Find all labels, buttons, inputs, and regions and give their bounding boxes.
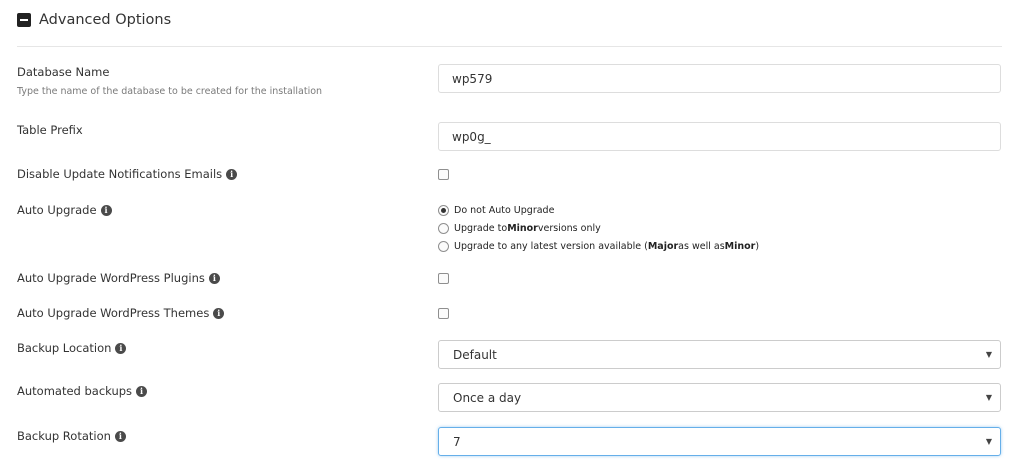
auto-upgrade-plugins-checkbox[interactable] <box>438 273 449 284</box>
chevron-down-icon: ▼ <box>985 350 992 359</box>
disable-update-notifications-label: Disable Update Notifications Emails i <box>17 167 238 181</box>
advanced-options-toggle[interactable]: Advanced Options <box>17 9 171 31</box>
automated-backups-select[interactable]: Once a day ▼ <box>438 383 1001 412</box>
database-name-input[interactable] <box>438 64 1001 93</box>
auto-upgrade-themes-label: Auto Upgrade WordPress Themes i <box>17 306 225 320</box>
auto-upgrade-label: Auto Upgrade i <box>17 203 112 217</box>
backup-location-label: Backup Location i <box>17 341 127 355</box>
auto-upgrade-option-none[interactable]: Do not Auto Upgrade <box>438 205 554 216</box>
auto-upgrade-plugins-label: Auto Upgrade WordPress Plugins i <box>17 271 220 285</box>
database-name-label: Database Name <box>17 65 110 79</box>
radio-button[interactable] <box>438 205 449 216</box>
info-icon[interactable]: i <box>114 430 126 442</box>
info-icon[interactable]: i <box>115 342 127 354</box>
info-icon[interactable]: i <box>226 168 238 180</box>
auto-upgrade-option-minor[interactable]: Upgrade to Minor versions only <box>438 223 601 234</box>
disable-update-notifications-checkbox[interactable] <box>438 169 449 180</box>
backup-location-select[interactable]: Default ▼ <box>438 340 1001 369</box>
info-icon[interactable]: i <box>136 385 148 397</box>
table-prefix-input[interactable] <box>438 122 1001 151</box>
backup-rotation-label: Backup Rotation i <box>17 429 126 443</box>
chevron-down-icon: ▼ <box>985 437 992 446</box>
chevron-down-icon: ▼ <box>985 393 992 402</box>
database-name-help: Type the name of the database to be crea… <box>17 86 323 97</box>
minus-square-icon[interactable] <box>17 13 31 27</box>
radio-button[interactable] <box>438 241 449 252</box>
automated-backups-label: Automated backups i <box>17 384 148 398</box>
section-title: Advanced Options <box>39 12 172 28</box>
table-prefix-label: Table Prefix <box>17 123 83 137</box>
info-icon[interactable]: i <box>100 204 112 216</box>
info-icon[interactable]: i <box>208 272 220 284</box>
auto-upgrade-themes-checkbox[interactable] <box>438 308 449 319</box>
advanced-options-panel: Advanced Options Database Name Type the … <box>0 0 1024 471</box>
section-divider <box>17 46 1002 47</box>
info-icon[interactable]: i <box>213 307 225 319</box>
radio-button[interactable] <box>438 223 449 234</box>
backup-rotation-select[interactable]: 7 ▼ <box>438 427 1001 456</box>
auto-upgrade-option-latest[interactable]: Upgrade to any latest version available … <box>438 241 759 252</box>
